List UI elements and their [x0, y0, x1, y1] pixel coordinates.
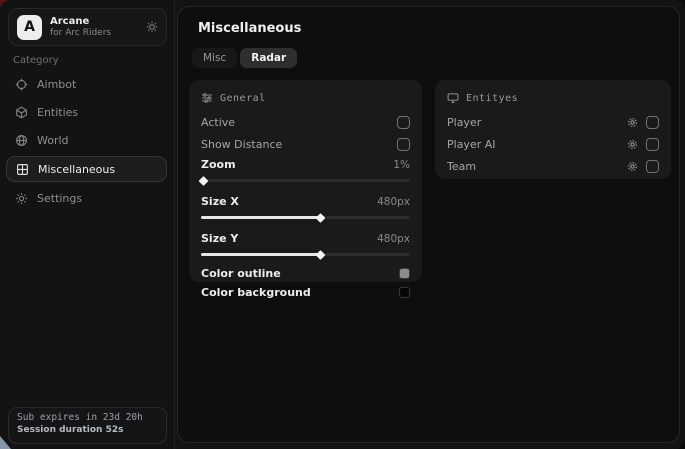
size-x-value: 480px — [377, 196, 410, 208]
entities-panel-title: Entityes — [466, 93, 518, 104]
show-distance-row: Show Distance — [201, 133, 410, 155]
zoom-value: 1% — [393, 159, 410, 171]
entities-panel: Entityes Player Player AI — [435, 80, 671, 179]
tab-radar[interactable]: Radar — [240, 48, 297, 68]
size-y-row: Size Y 480px — [201, 229, 410, 248]
gear-icon — [15, 192, 28, 205]
zoom-slider-row — [201, 174, 410, 187]
player-ai-gear-icon[interactable] — [627, 139, 638, 150]
sidebar-item-label: World — [37, 134, 69, 147]
active-row: Active — [201, 111, 410, 133]
size-x-row: Size X 480px — [201, 192, 410, 211]
entities-panel-header: Entityes — [447, 89, 659, 107]
team-row: Team — [447, 155, 659, 177]
player-row: Player — [447, 111, 659, 133]
sidebar-item-label: Entities — [37, 106, 78, 119]
player-checkbox[interactable] — [646, 116, 659, 129]
size-y-label: Size Y — [201, 232, 238, 245]
category-label: Category — [13, 55, 59, 66]
color-outline-label: Color outline — [201, 267, 281, 280]
team-controls — [627, 160, 659, 173]
size-x-label: Size X — [201, 195, 239, 208]
color-background-label: Color background — [201, 286, 311, 299]
player-ai-row: Player AI — [447, 133, 659, 155]
sidebar-item-label: Miscellaneous — [38, 163, 115, 176]
zoom-slider-fill — [201, 179, 203, 182]
page-title: Miscellaneous — [198, 21, 301, 36]
size-y-value: 480px — [377, 233, 410, 245]
active-label: Active — [201, 116, 235, 129]
sub-expires-text: Sub expires in 23d 20h — [17, 412, 158, 423]
color-outline-row: Color outline — [201, 264, 410, 283]
globe-icon — [15, 134, 28, 147]
sidebar-item-world[interactable]: World — [6, 127, 167, 153]
team-gear-icon[interactable] — [627, 161, 638, 172]
grid-icon — [16, 163, 29, 176]
tab-misc[interactable]: Misc — [192, 48, 237, 68]
team-checkbox[interactable] — [646, 160, 659, 173]
show-distance-checkbox[interactable] — [397, 138, 410, 151]
profile-text: Arcane for Arc Riders — [50, 16, 138, 38]
sidebar-item-label: Aimbot — [37, 78, 76, 91]
app-window: A Arcane for Arc Riders Category — [0, 0, 685, 449]
sidebar-item-aimbot[interactable]: Aimbot — [6, 71, 167, 97]
color-background-row: Color background — [201, 283, 410, 302]
app-subtitle: for Arc Riders — [50, 28, 138, 38]
player-label: Player — [447, 116, 481, 129]
size-y-slider-thumb[interactable] — [316, 250, 326, 260]
player-controls — [627, 116, 659, 129]
general-panel-title: General — [220, 93, 266, 104]
show-distance-label: Show Distance — [201, 138, 282, 151]
sidebar-item-entities[interactable]: Entities — [6, 99, 167, 125]
subscription-card: Sub expires in 23d 20h Session duration … — [8, 407, 167, 444]
profile-gear-icon[interactable] — [146, 21, 158, 33]
crosshair-icon — [15, 78, 28, 91]
size-x-slider-row — [201, 211, 410, 224]
zoom-slider-thumb[interactable] — [199, 176, 209, 186]
size-x-slider-thumb[interactable] — [316, 213, 326, 223]
zoom-label: Zoom — [201, 158, 236, 171]
player-ai-label: Player AI — [447, 138, 496, 151]
general-panel: General Active Show Distance Zoom 1% — [189, 80, 422, 282]
sidebar: A Arcane for Arc Riders Category — [0, 0, 175, 449]
zoom-row: Zoom 1% — [201, 155, 410, 174]
player-ai-controls — [627, 138, 659, 151]
sidebar-item-settings[interactable]: Settings — [6, 185, 167, 211]
monitor-icon — [447, 92, 459, 104]
player-ai-checkbox[interactable] — [646, 138, 659, 151]
app-logo: A — [17, 15, 42, 40]
size-y-slider[interactable] — [201, 253, 410, 256]
size-x-slider[interactable] — [201, 216, 410, 219]
color-background-swatch[interactable] — [399, 287, 410, 298]
player-gear-icon[interactable] — [627, 117, 638, 128]
team-label: Team — [447, 160, 476, 173]
size-y-slider-row — [201, 248, 410, 261]
entities-icon — [15, 106, 28, 119]
zoom-slider[interactable] — [201, 179, 410, 182]
sidebar-item-label: Settings — [37, 192, 82, 205]
session-duration-text: Session duration 52s — [17, 425, 158, 435]
sidebar-item-miscellaneous[interactable]: Miscellaneous — [6, 156, 167, 182]
sliders-icon — [201, 92, 213, 104]
screen: A Arcane for Arc Riders Category — [0, 0, 685, 449]
tab-bar: Misc Radar — [192, 48, 297, 68]
main-content: Miscellaneous Misc Radar General — [177, 6, 680, 443]
size-y-slider-fill — [201, 253, 320, 256]
general-panel-header: General — [201, 89, 410, 107]
app-name: Arcane — [50, 16, 138, 28]
color-outline-swatch[interactable] — [399, 268, 410, 279]
active-checkbox[interactable] — [397, 116, 410, 129]
profile-card: A Arcane for Arc Riders — [8, 8, 167, 46]
size-x-slider-fill — [201, 216, 320, 219]
